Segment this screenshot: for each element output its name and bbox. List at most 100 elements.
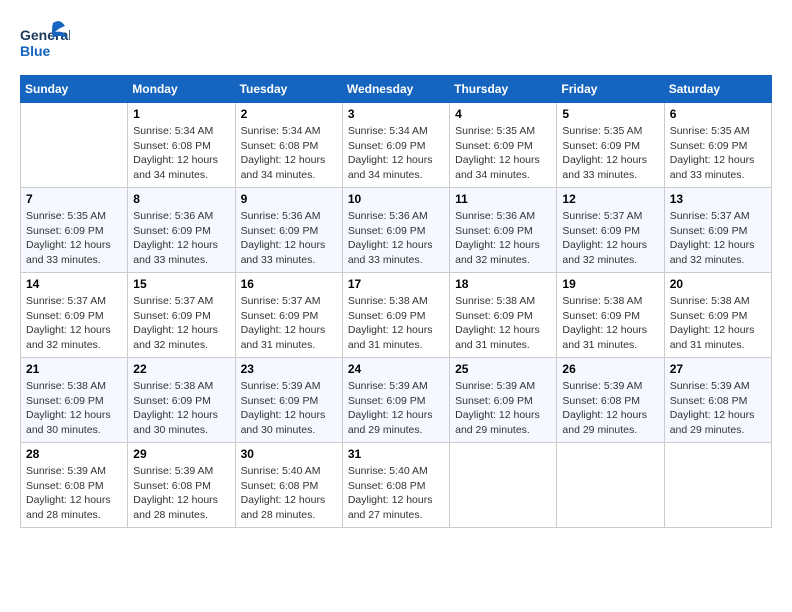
calendar-cell: 23 Sunrise: 5:39 AMSunset: 6:09 PMDayligh… xyxy=(235,358,342,443)
calendar-cell: 19 Sunrise: 5:38 AMSunset: 6:09 PMDayligh… xyxy=(557,273,664,358)
day-info: Sunrise: 5:39 AMSunset: 6:09 PMDaylight:… xyxy=(455,379,551,438)
calendar-cell: 22 Sunrise: 5:38 AMSunset: 6:09 PMDayligh… xyxy=(128,358,235,443)
day-number: 22 xyxy=(133,362,229,376)
calendar-cell: 2 Sunrise: 5:34 AMSunset: 6:08 PMDaylight… xyxy=(235,103,342,188)
day-number: 28 xyxy=(26,447,122,461)
day-info: Sunrise: 5:35 AMSunset: 6:09 PMDaylight:… xyxy=(562,124,658,183)
day-number: 12 xyxy=(562,192,658,206)
logo: General Blue xyxy=(20,20,70,65)
calendar-cell: 13 Sunrise: 5:37 AMSunset: 6:09 PMDayligh… xyxy=(664,188,771,273)
day-number: 14 xyxy=(26,277,122,291)
day-info: Sunrise: 5:35 AMSunset: 6:09 PMDaylight:… xyxy=(670,124,766,183)
calendar-cell: 18 Sunrise: 5:38 AMSunset: 6:09 PMDayligh… xyxy=(450,273,557,358)
column-header-monday: Monday xyxy=(128,76,235,103)
day-info: Sunrise: 5:36 AMSunset: 6:09 PMDaylight:… xyxy=(133,209,229,268)
day-number: 27 xyxy=(670,362,766,376)
day-info: Sunrise: 5:37 AMSunset: 6:09 PMDaylight:… xyxy=(562,209,658,268)
calendar-cell xyxy=(21,103,128,188)
calendar-cell xyxy=(557,443,664,528)
calendar-cell: 8 Sunrise: 5:36 AMSunset: 6:09 PMDaylight… xyxy=(128,188,235,273)
day-info: Sunrise: 5:37 AMSunset: 6:09 PMDaylight:… xyxy=(241,294,337,353)
day-info: Sunrise: 5:39 AMSunset: 6:09 PMDaylight:… xyxy=(348,379,444,438)
day-info: Sunrise: 5:38 AMSunset: 6:09 PMDaylight:… xyxy=(26,379,122,438)
day-info: Sunrise: 5:34 AMSunset: 6:08 PMDaylight:… xyxy=(133,124,229,183)
day-number: 20 xyxy=(670,277,766,291)
calendar-cell: 5 Sunrise: 5:35 AMSunset: 6:09 PMDaylight… xyxy=(557,103,664,188)
calendar-cell: 9 Sunrise: 5:36 AMSunset: 6:09 PMDaylight… xyxy=(235,188,342,273)
calendar-cell: 1 Sunrise: 5:34 AMSunset: 6:08 PMDaylight… xyxy=(128,103,235,188)
calendar-cell: 27 Sunrise: 5:39 AMSunset: 6:08 PMDayligh… xyxy=(664,358,771,443)
day-info: Sunrise: 5:38 AMSunset: 6:09 PMDaylight:… xyxy=(562,294,658,353)
calendar-cell: 24Sunrise: 5:39 AMSunset: 6:09 PMDayligh… xyxy=(342,358,449,443)
day-number: 15 xyxy=(133,277,229,291)
calendar-week-4: 21Sunrise: 5:38 AMSunset: 6:09 PMDayligh… xyxy=(21,358,772,443)
day-info: Sunrise: 5:36 AMSunset: 6:09 PMDaylight:… xyxy=(241,209,337,268)
day-info: Sunrise: 5:35 AMSunset: 6:09 PMDaylight:… xyxy=(26,209,122,268)
day-number: 10 xyxy=(348,192,444,206)
column-header-tuesday: Tuesday xyxy=(235,76,342,103)
day-number: 16 xyxy=(241,277,337,291)
day-number: 17 xyxy=(348,277,444,291)
day-number: 13 xyxy=(670,192,766,206)
day-info: Sunrise: 5:37 AMSunset: 6:09 PMDaylight:… xyxy=(26,294,122,353)
day-info: Sunrise: 5:38 AMSunset: 6:09 PMDaylight:… xyxy=(455,294,551,353)
calendar-cell: 7 Sunrise: 5:35 AMSunset: 6:09 PMDaylight… xyxy=(21,188,128,273)
calendar-body: 1 Sunrise: 5:34 AMSunset: 6:08 PMDaylight… xyxy=(21,103,772,528)
calendar-cell: 31 Sunrise: 5:40 AMSunset: 6:08 PMDayligh… xyxy=(342,443,449,528)
day-number: 2 xyxy=(241,107,337,121)
day-number: 6 xyxy=(670,107,766,121)
calendar-cell: 15 Sunrise: 5:37 AMSunset: 6:09 PMDayligh… xyxy=(128,273,235,358)
day-number: 19 xyxy=(562,277,658,291)
svg-text:Blue: Blue xyxy=(20,43,51,59)
day-info: Sunrise: 5:36 AMSunset: 6:09 PMDaylight:… xyxy=(348,209,444,268)
column-header-thursday: Thursday xyxy=(450,76,557,103)
column-header-wednesday: Wednesday xyxy=(342,76,449,103)
calendar-cell: 29 Sunrise: 5:39 AMSunset: 6:08 PMDayligh… xyxy=(128,443,235,528)
day-number: 31 xyxy=(348,447,444,461)
day-info: Sunrise: 5:40 AMSunset: 6:08 PMDaylight:… xyxy=(241,464,337,523)
calendar-cell: 20Sunrise: 5:38 AMSunset: 6:09 PMDayligh… xyxy=(664,273,771,358)
day-info: Sunrise: 5:40 AMSunset: 6:08 PMDaylight:… xyxy=(348,464,444,523)
calendar-week-2: 7 Sunrise: 5:35 AMSunset: 6:09 PMDaylight… xyxy=(21,188,772,273)
day-number: 18 xyxy=(455,277,551,291)
day-number: 5 xyxy=(562,107,658,121)
day-info: Sunrise: 5:39 AMSunset: 6:08 PMDaylight:… xyxy=(670,379,766,438)
column-header-sunday: Sunday xyxy=(21,76,128,103)
calendar-cell: 21Sunrise: 5:38 AMSunset: 6:09 PMDayligh… xyxy=(21,358,128,443)
day-number: 23 xyxy=(241,362,337,376)
day-number: 8 xyxy=(133,192,229,206)
calendar-week-5: 28 Sunrise: 5:39 AMSunset: 6:08 PMDayligh… xyxy=(21,443,772,528)
day-info: Sunrise: 5:34 AMSunset: 6:09 PMDaylight:… xyxy=(348,124,444,183)
calendar-cell: 28 Sunrise: 5:39 AMSunset: 6:08 PMDayligh… xyxy=(21,443,128,528)
day-info: Sunrise: 5:37 AMSunset: 6:09 PMDaylight:… xyxy=(133,294,229,353)
day-info: Sunrise: 5:38 AMSunset: 6:09 PMDaylight:… xyxy=(348,294,444,353)
day-number: 11 xyxy=(455,192,551,206)
calendar-cell: 30 Sunrise: 5:40 AMSunset: 6:08 PMDayligh… xyxy=(235,443,342,528)
day-number: 1 xyxy=(133,107,229,121)
calendar-table: SundayMondayTuesdayWednesdayThursdayFrid… xyxy=(20,75,772,528)
day-number: 29 xyxy=(133,447,229,461)
general-blue-logo-icon: General Blue xyxy=(20,20,70,65)
day-number: 25 xyxy=(455,362,551,376)
day-info: Sunrise: 5:37 AMSunset: 6:09 PMDaylight:… xyxy=(670,209,766,268)
day-number: 9 xyxy=(241,192,337,206)
calendar-cell xyxy=(450,443,557,528)
day-info: Sunrise: 5:39 AMSunset: 6:08 PMDaylight:… xyxy=(133,464,229,523)
day-info: Sunrise: 5:34 AMSunset: 6:08 PMDaylight:… xyxy=(241,124,337,183)
day-number: 3 xyxy=(348,107,444,121)
calendar-cell: 12 Sunrise: 5:37 AMSunset: 6:09 PMDayligh… xyxy=(557,188,664,273)
day-info: Sunrise: 5:39 AMSunset: 6:09 PMDaylight:… xyxy=(241,379,337,438)
day-number: 7 xyxy=(26,192,122,206)
day-info: Sunrise: 5:38 AMSunset: 6:09 PMDaylight:… xyxy=(133,379,229,438)
calendar-cell: 4 Sunrise: 5:35 AMSunset: 6:09 PMDaylight… xyxy=(450,103,557,188)
day-info: Sunrise: 5:35 AMSunset: 6:09 PMDaylight:… xyxy=(455,124,551,183)
calendar-cell: 3 Sunrise: 5:34 AMSunset: 6:09 PMDaylight… xyxy=(342,103,449,188)
column-header-saturday: Saturday xyxy=(664,76,771,103)
day-number: 4 xyxy=(455,107,551,121)
calendar-cell: 16 Sunrise: 5:37 AMSunset: 6:09 PMDayligh… xyxy=(235,273,342,358)
calendar-cell: 26Sunrise: 5:39 AMSunset: 6:08 PMDayligh… xyxy=(557,358,664,443)
calendar-week-3: 14 Sunrise: 5:37 AMSunset: 6:09 PMDayligh… xyxy=(21,273,772,358)
day-info: Sunrise: 5:39 AMSunset: 6:08 PMDaylight:… xyxy=(26,464,122,523)
day-number: 30 xyxy=(241,447,337,461)
calendar-week-1: 1 Sunrise: 5:34 AMSunset: 6:08 PMDaylight… xyxy=(21,103,772,188)
